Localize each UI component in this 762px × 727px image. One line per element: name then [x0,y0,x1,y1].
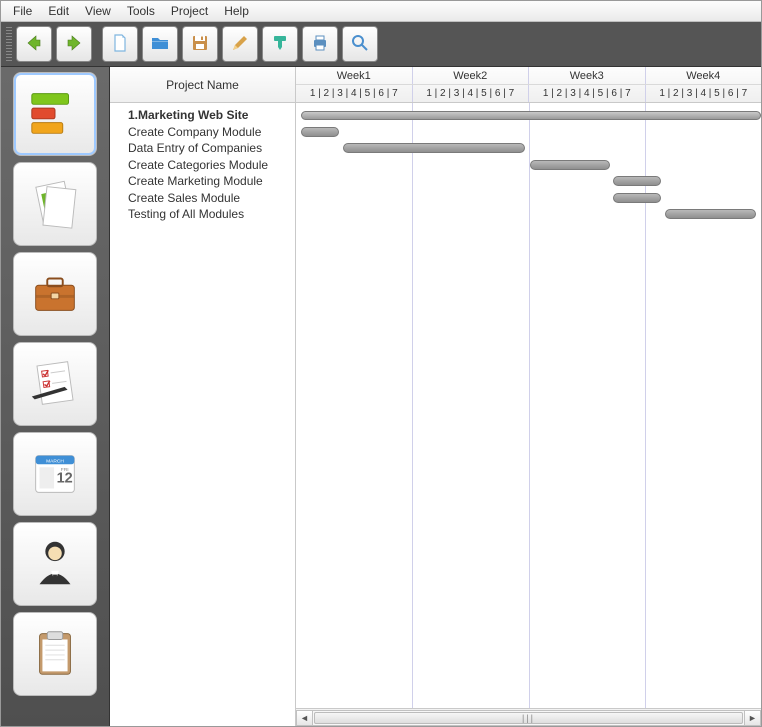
open-button[interactable] [142,26,178,62]
save-icon [190,33,210,56]
gantt-bar[interactable] [301,127,339,137]
arrow-right-icon [64,33,84,56]
task-row[interactable]: Create Marketing Module [128,173,295,190]
calendar-view-button[interactable]: MARCH12FRI [13,432,97,516]
menu-tools[interactable]: Tools [119,2,163,20]
back-button[interactable] [16,26,52,62]
main-area: MARCH12FRI Project Name 1.Marketing Web … [1,67,761,726]
task-name-column: Project Name 1.Marketing Web SiteCreate … [110,67,296,726]
task-row[interactable]: Create Company Module [128,124,295,141]
task-row[interactable]: Data Entry of Companies [128,140,295,157]
arrow-left-icon [24,33,44,56]
horizontal-scrollbar[interactable]: ◄ ||| ► [296,708,761,726]
week-header: Week2 [412,67,529,84]
new-button[interactable] [102,26,138,62]
gantt-bar[interactable] [613,176,661,186]
gantt-panel: Project Name 1.Marketing Web SiteCreate … [110,67,761,726]
day-labels: 1 | 2 | 3 | 4 | 5 | 6 | 7 [528,85,645,102]
save-button[interactable] [182,26,218,62]
clipboard-view-button[interactable] [13,612,97,696]
day-labels: 1 | 2 | 3 | 4 | 5 | 6 | 7 [296,85,412,102]
menu-project[interactable]: Project [163,2,216,20]
timeline-rows[interactable] [296,103,761,708]
marker-icon [270,33,290,56]
search-icon [350,33,370,56]
scroll-left-button[interactable]: ◄ [296,710,313,726]
day-labels: 1 | 2 | 3 | 4 | 5 | 6 | 7 [645,85,762,102]
task-row[interactable]: Create Sales Module [128,190,295,207]
print-button[interactable] [302,26,338,62]
gantt-bar[interactable] [665,209,756,219]
printer-icon [310,33,330,56]
week-header: Week4 [645,67,762,84]
menu-file[interactable]: File [5,2,40,20]
scroll-track[interactable]: ||| [313,710,744,726]
bars3-icon [26,84,84,145]
gantt-view-button[interactable] [13,72,97,156]
timeline-header: Week1Week2Week3Week4 1 | 2 | 3 | 4 | 5 |… [296,67,761,103]
menu-help[interactable]: Help [216,2,257,20]
resources-view-button[interactable] [13,252,97,336]
task-row[interactable]: Create Categories Module [128,157,295,174]
svg-text:FRI: FRI [61,467,69,473]
gantt-bar[interactable] [343,143,526,153]
forward-button[interactable] [56,26,92,62]
scroll-right-button[interactable]: ► [744,710,761,726]
task-row[interactable]: Testing of All Modules [128,206,295,223]
pencil-icon [230,33,250,56]
scroll-thumb[interactable]: ||| [314,712,743,724]
briefcase-icon [26,264,84,325]
toolbar [1,22,761,67]
toolbar-grip [6,27,12,61]
person-icon [26,534,84,595]
task-list: 1.Marketing Web SiteCreate Company Modul… [110,103,295,726]
checklist-icon [26,354,84,415]
day-labels: 1 | 2 | 3 | 4 | 5 | 6 | 7 [412,85,529,102]
menu-view[interactable]: View [77,2,119,20]
folder-icon [150,33,170,56]
menu-bar: FileEditViewToolsProjectHelp [1,1,761,22]
zoom-button[interactable] [342,26,378,62]
people-view-button[interactable] [13,522,97,606]
calendar-icon: MARCH12FRI [26,444,84,505]
gantt-bar[interactable] [613,193,661,203]
file-icon [110,33,130,56]
marker-button[interactable] [262,26,298,62]
timeline: Week1Week2Week3Week4 1 | 2 | 3 | 4 | 5 |… [296,67,761,726]
gantt-bar[interactable] [301,111,761,120]
week-header: Week3 [528,67,645,84]
edit-button[interactable] [222,26,258,62]
reports-view-button[interactable] [13,162,97,246]
sidebar: MARCH12FRI [1,67,110,726]
clipboard-icon [26,624,84,685]
gantt-bar[interactable] [530,160,610,170]
menu-edit[interactable]: Edit [40,2,77,20]
tasks-view-button[interactable] [13,342,97,426]
project-row[interactable]: 1.Marketing Web Site [128,107,295,124]
sheets-icon [26,174,84,235]
task-column-header: Project Name [110,67,295,103]
week-header: Week1 [296,67,412,84]
svg-text:MARCH: MARCH [46,458,64,464]
